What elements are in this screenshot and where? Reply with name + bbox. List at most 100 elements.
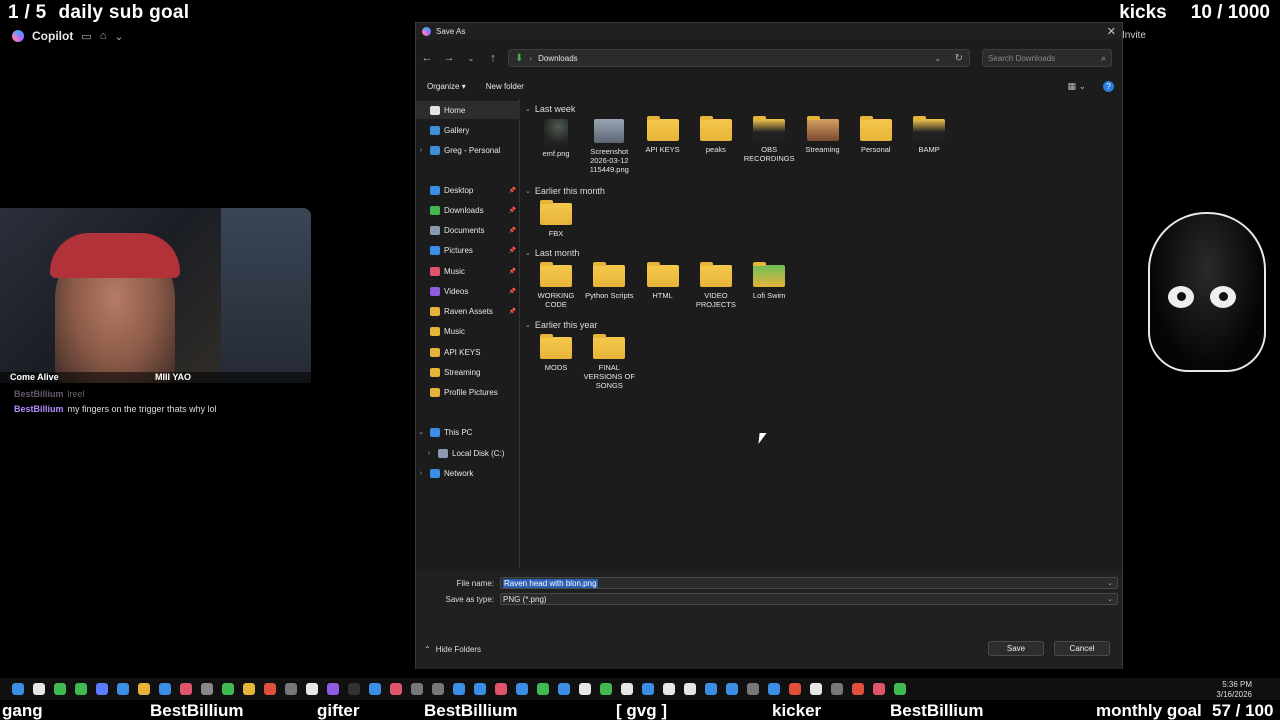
- taskbar-app-icon[interactable]: [348, 683, 360, 695]
- chevron-down-icon[interactable]: ⌄: [114, 30, 123, 43]
- folder-item[interactable]: WORKING CODE: [530, 262, 582, 309]
- pin-icon[interactable]: 📌: [509, 268, 516, 275]
- group-header[interactable]: ⌄ Last week: [525, 103, 575, 115]
- sidebar-toggle-icon[interactable]: ▭: [81, 30, 91, 43]
- taskbar-app-icon[interactable]: [138, 683, 150, 695]
- new-folder-button[interactable]: New folder: [486, 82, 524, 91]
- taskbar-app-icon[interactable]: [33, 683, 45, 695]
- chevron-down-icon[interactable]: ⌄: [1107, 595, 1113, 603]
- chevron-down-icon[interactable]: ⌄: [525, 249, 531, 257]
- folder-item[interactable]: HTML: [637, 262, 689, 300]
- recent-locations-icon[interactable]: ⌄: [460, 54, 482, 63]
- sidebar-item[interactable]: Downloads 📌: [416, 201, 520, 219]
- chevron-down-icon[interactable]: ⌄: [525, 105, 531, 113]
- pin-icon[interactable]: 📌: [509, 227, 516, 234]
- taskbar-app-icon[interactable]: [705, 683, 717, 695]
- taskbar-app-icon[interactable]: [432, 683, 444, 695]
- address-location[interactable]: Downloads: [538, 54, 578, 63]
- sidebar-item[interactable]: Gallery: [416, 121, 520, 139]
- chevron-down-icon[interactable]: ⌄: [1107, 579, 1113, 587]
- taskbar-app-icon[interactable]: [789, 683, 801, 695]
- folder-item[interactable]: API KEYS: [637, 116, 689, 154]
- taskbar-app-icon[interactable]: [831, 683, 843, 695]
- up-arrow-icon[interactable]: ↑: [482, 52, 504, 64]
- save-type-select[interactable]: PNG (*.png) ⌄: [500, 593, 1118, 605]
- taskbar-app-icon[interactable]: [747, 683, 759, 695]
- sidebar-item[interactable]: › Local Disk (C:): [416, 444, 520, 462]
- folder-item[interactable]: MODS: [530, 334, 582, 372]
- file-item[interactable]: Screenshot 2026-03-12 115449.png: [583, 119, 635, 174]
- organize-button[interactable]: Organize ▾: [427, 82, 466, 91]
- invite-button[interactable]: Invite: [1122, 30, 1146, 41]
- sidebar-item[interactable]: Music 📌: [416, 262, 520, 280]
- cancel-button[interactable]: Cancel: [1054, 641, 1110, 656]
- taskbar-app-icon[interactable]: [894, 683, 906, 695]
- chevron-down-icon[interactable]: ⌄: [525, 187, 531, 195]
- pin-icon[interactable]: 📌: [509, 288, 516, 295]
- forward-arrow-icon[interactable]: →: [438, 52, 460, 64]
- folder-item[interactable]: FINAL VERSIONS OF SONGS: [583, 334, 635, 390]
- file-name-value[interactable]: Raven head with blon.png: [503, 578, 598, 588]
- taskbar-app-icon[interactable]: [663, 683, 675, 695]
- folder-item[interactable]: BAMP: [903, 116, 955, 154]
- taskbar-app-icon[interactable]: [600, 683, 612, 695]
- pin-icon[interactable]: 📌: [509, 207, 516, 214]
- sidebar-item[interactable]: › Greg - Personal: [416, 141, 520, 159]
- taskbar-app-icon[interactable]: [684, 683, 696, 695]
- folder-item[interactable]: Streaming: [797, 116, 849, 154]
- pin-icon[interactable]: 📌: [509, 308, 516, 315]
- taskbar-app-icon[interactable]: [54, 683, 66, 695]
- folder-item[interactable]: Lofi Swim: [743, 262, 795, 300]
- folder-item[interactable]: VIDEO PROJECTS: [690, 262, 742, 309]
- taskbar-app-icon[interactable]: [810, 683, 822, 695]
- address-bar[interactable]: ⬇ › Downloads ⌄ ↻: [508, 49, 970, 67]
- taskbar-app-icon[interactable]: [180, 683, 192, 695]
- taskbar-app-icon[interactable]: [117, 683, 129, 695]
- back-arrow-icon[interactable]: ←: [416, 52, 438, 64]
- taskbar-app-icon[interactable]: [579, 683, 591, 695]
- group-header[interactable]: ⌄ Earlier this month: [525, 185, 605, 197]
- folder-item[interactable]: OBS RECORDINGS: [743, 116, 795, 163]
- sidebar-item[interactable]: › Network: [416, 464, 520, 482]
- taskbar-app-icon[interactable]: [558, 683, 570, 695]
- close-icon[interactable]: ✕: [1107, 25, 1116, 38]
- pin-icon[interactable]: 📌: [509, 247, 516, 254]
- chevron-right-icon[interactable]: ›: [416, 470, 426, 477]
- taskbar-app-icon[interactable]: [12, 683, 24, 695]
- folder-item[interactable]: Personal: [850, 116, 902, 154]
- taskbar-app-icon[interactable]: [495, 683, 507, 695]
- file-name-field[interactable]: Raven head with blon.png ⌄: [500, 577, 1118, 589]
- sidebar-item[interactable]: ⌄ This PC: [416, 423, 520, 441]
- taskbar-app-icon[interactable]: [642, 683, 654, 695]
- save-button[interactable]: Save: [988, 641, 1044, 656]
- sidebar-item[interactable]: Profile Pictures: [416, 383, 520, 401]
- file-item[interactable]: emf.png: [530, 119, 582, 158]
- view-options-icon[interactable]: ▦ ⌄: [1067, 81, 1086, 92]
- taskbar-app-icon[interactable]: [621, 683, 633, 695]
- refresh-icon[interactable]: ↻: [955, 53, 963, 64]
- sidebar-item[interactable]: Desktop 📌: [416, 181, 520, 199]
- sidebar-item[interactable]: Streaming: [416, 363, 520, 381]
- taskbar-app-icon[interactable]: [75, 683, 87, 695]
- chevron-right-icon[interactable]: ›: [424, 450, 434, 457]
- taskbar-app-icon[interactable]: [327, 683, 339, 695]
- sidebar-item[interactable]: Videos 📌: [416, 282, 520, 300]
- tray-clock[interactable]: 5:36 PM 3/16/2026: [1216, 680, 1252, 700]
- folder-item[interactable]: FBX: [530, 200, 582, 238]
- taskbar-app-icon[interactable]: [516, 683, 528, 695]
- taskbar-app-icon[interactable]: [390, 683, 402, 695]
- sidebar-item[interactable]: Pictures 📌: [416, 241, 520, 259]
- taskbar-app-icon[interactable]: [411, 683, 423, 695]
- taskbar-app-icon[interactable]: [453, 683, 465, 695]
- taskbar-app-icon[interactable]: [201, 683, 213, 695]
- chevron-down-icon[interactable]: ⌄: [525, 321, 531, 329]
- home-icon[interactable]: ⌂: [100, 30, 107, 42]
- sidebar-item[interactable]: Music: [416, 322, 520, 340]
- search-input[interactable]: Search Downloads ⌕: [982, 49, 1112, 67]
- chevron-right-icon[interactable]: ›: [416, 147, 426, 154]
- group-header[interactable]: ⌄ Last month: [525, 247, 579, 259]
- taskbar-app-icon[interactable]: [222, 683, 234, 695]
- taskbar-app-icon[interactable]: [768, 683, 780, 695]
- copilot-label[interactable]: Copilot: [32, 29, 73, 43]
- taskbar-app-icon[interactable]: [873, 683, 885, 695]
